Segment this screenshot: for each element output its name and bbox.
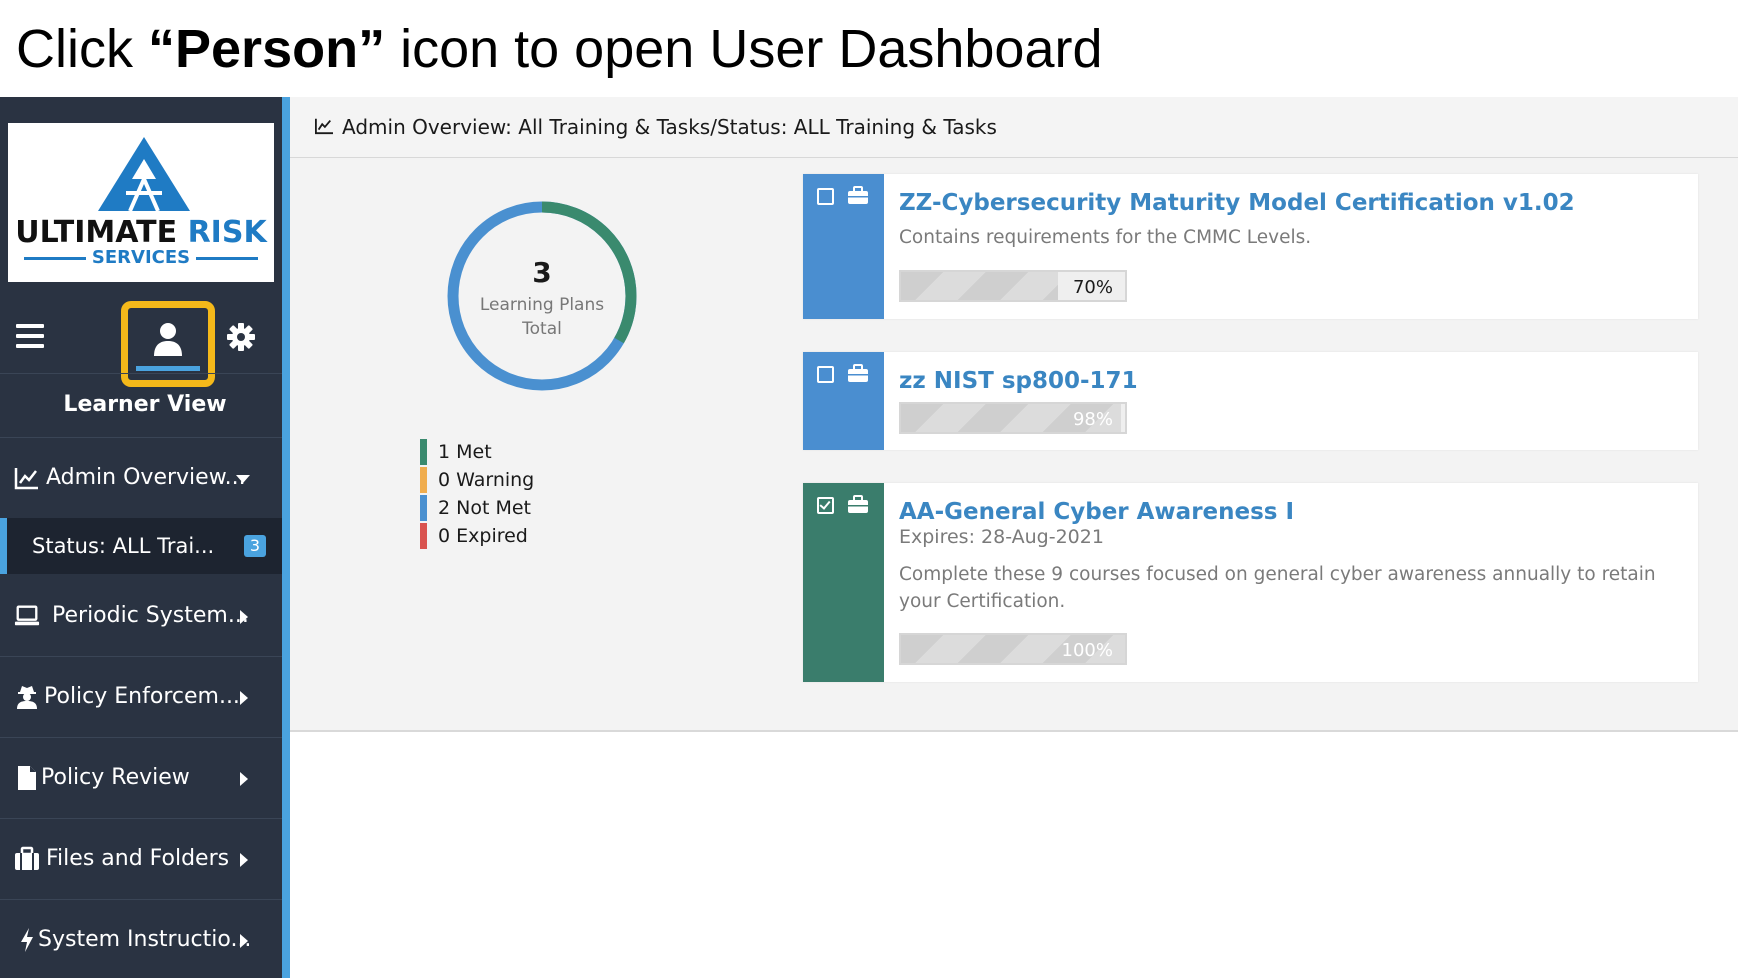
- plan-title-link[interactable]: zz NIST sp800-171: [899, 368, 1138, 394]
- plan-description: Contains requirements for the CMMC Level…: [899, 227, 1312, 248]
- line-chart-icon: [315, 118, 333, 135]
- person-active-underline: [136, 366, 200, 371]
- caption-line: Total: [522, 319, 562, 339]
- progress-percent: 100%: [1061, 640, 1113, 661]
- plan-title-link[interactable]: AA-General Cyber Awareness I: [899, 499, 1294, 525]
- status-stripe: [803, 174, 884, 319]
- sidebar-item-system-instructions[interactable]: System Instructio...: [0, 905, 282, 975]
- sidebar-item-label: Files and Folders: [46, 846, 230, 871]
- slide-title-suffix: icon to open User Dashboard: [385, 19, 1103, 79]
- sidebar-item-policy-enforcement[interactable]: Policy Enforcem...: [0, 662, 282, 732]
- laptop-icon: [14, 605, 40, 626]
- legend-swatch: [420, 439, 427, 465]
- sidebar-divider: [0, 899, 282, 900]
- sidebar-item-periodic-system[interactable]: Periodic System...: [0, 581, 282, 651]
- chevron-right-icon: [240, 934, 248, 948]
- progress-percent: 98%: [1072, 409, 1113, 430]
- legend-label: 0 Expired: [438, 525, 528, 547]
- line-chart-icon: [14, 468, 38, 490]
- person-icon: [154, 323, 182, 356]
- donut-center: 3 Learning Plans Total: [444, 256, 640, 341]
- learner-view-label: Learner View: [63, 392, 227, 417]
- plans-total-caption: Learning Plans Total: [444, 293, 640, 341]
- plan-checkbox[interactable]: [817, 366, 834, 383]
- plan-progress-bar: 70%: [899, 270, 1127, 302]
- plan-expiry: Expires: 28-Aug-2021: [899, 526, 1104, 548]
- learning-plan-card[interactable]: ZZ-Cybersecurity Maturity Model Certific…: [803, 174, 1698, 319]
- sidebar-subitem-status[interactable]: Status: ALL Trai... 3: [0, 518, 282, 574]
- briefcase-icon: [848, 495, 868, 513]
- sidebar-item-label: Policy Review: [41, 765, 190, 790]
- hamburger-menu-icon[interactable]: [16, 324, 44, 348]
- plan-checkbox-checked[interactable]: [817, 497, 834, 514]
- company-logo: ULTIMATE RISK SERVICES: [8, 123, 274, 282]
- document-icon: [18, 766, 36, 790]
- briefcase-icon: [848, 186, 868, 204]
- logo-word-services: SERVICES: [91, 247, 191, 268]
- plans-total-count: 3: [532, 256, 552, 289]
- plan-progress-bar: 100%: [899, 633, 1127, 665]
- sidebar-item-label: Admin Overview...: [46, 465, 246, 490]
- active-indicator: [0, 518, 7, 574]
- legend-label: 2 Not Met: [438, 497, 531, 519]
- briefcase-icon: [848, 364, 868, 382]
- chevron-right-icon: [240, 691, 248, 705]
- slide-title-prefix: Click: [16, 19, 148, 79]
- plan-title-link[interactable]: ZZ-Cybersecurity Maturity Model Certific…: [899, 190, 1575, 216]
- progress-percent: 70%: [1072, 277, 1113, 298]
- chevron-right-icon: [240, 610, 248, 624]
- learning-plan-card[interactable]: AA-General Cyber Awareness I Expires: 28…: [803, 483, 1698, 682]
- bolt-icon: [21, 928, 33, 952]
- logo-wordmark: ULTIMATE RISK: [8, 215, 274, 250]
- legend-swatch: [420, 467, 427, 493]
- briefcase-icon: [15, 846, 39, 870]
- slide-title-bold: “Person”: [148, 19, 386, 79]
- sidebar-item-files-and-folders[interactable]: Files and Folders: [0, 824, 282, 894]
- legend-swatch: [420, 495, 427, 521]
- sidebar-item-admin-overview[interactable]: Admin Overview...: [0, 443, 282, 513]
- status-stripe: [803, 352, 884, 450]
- logo-word-risk: RISK: [187, 215, 267, 250]
- sidebar-divider: [0, 437, 282, 438]
- progress-fill: [901, 272, 1058, 300]
- logo-subtitle: SERVICES: [8, 247, 274, 269]
- logo-mountain-icon: [98, 137, 190, 212]
- learning-plans-donut: 3 Learning Plans Total: [444, 198, 640, 394]
- sidebar-divider: [0, 373, 282, 374]
- chevron-down-icon: [236, 475, 250, 483]
- learning-plan-card[interactable]: zz NIST sp800-171 98%: [803, 352, 1698, 450]
- sidebar-item-label: Periodic System...: [52, 603, 249, 628]
- main-header: Admin Overview: All Training & Tasks/Sta…: [290, 97, 1738, 158]
- sidebar-rail: [282, 97, 290, 978]
- person-button[interactable]: [133, 312, 203, 374]
- chevron-right-icon: [240, 772, 248, 786]
- check-icon: [819, 498, 831, 510]
- legend-label: 0 Warning: [438, 469, 535, 491]
- breadcrumb: Admin Overview: All Training & Tasks/Sta…: [342, 115, 997, 139]
- user-secret-icon: [17, 686, 37, 709]
- chevron-right-icon: [240, 853, 248, 867]
- count-badge: 3: [244, 535, 266, 557]
- caption-line: Learning Plans: [479, 295, 605, 315]
- plan-description: Complete these 9 courses focused on gene…: [899, 564, 1656, 612]
- sidebar-divider: [0, 818, 282, 819]
- plan-checkbox[interactable]: [817, 188, 834, 205]
- slide-title: Click “Person” icon to open User Dashboa…: [16, 14, 1103, 84]
- sidebar-divider: [0, 656, 282, 657]
- sidebar-item-policy-review[interactable]: Policy Review: [0, 743, 282, 813]
- sidebar-item-label: System Instructio...: [38, 927, 252, 952]
- sidebar-icon-row: [0, 300, 282, 387]
- status-stripe: [803, 483, 884, 682]
- logo-word-ultimate: ULTIMATE: [15, 215, 178, 250]
- gear-icon[interactable]: [226, 322, 256, 352]
- sidebar-subitem-label: Status: ALL Trai...: [32, 534, 215, 558]
- legend-swatch: [420, 523, 427, 549]
- legend-label: 1 Met: [438, 441, 492, 463]
- sidebar-item-label: Policy Enforcem...: [44, 684, 240, 709]
- sidebar-divider: [0, 737, 282, 738]
- plan-progress-bar: 98%: [899, 402, 1127, 434]
